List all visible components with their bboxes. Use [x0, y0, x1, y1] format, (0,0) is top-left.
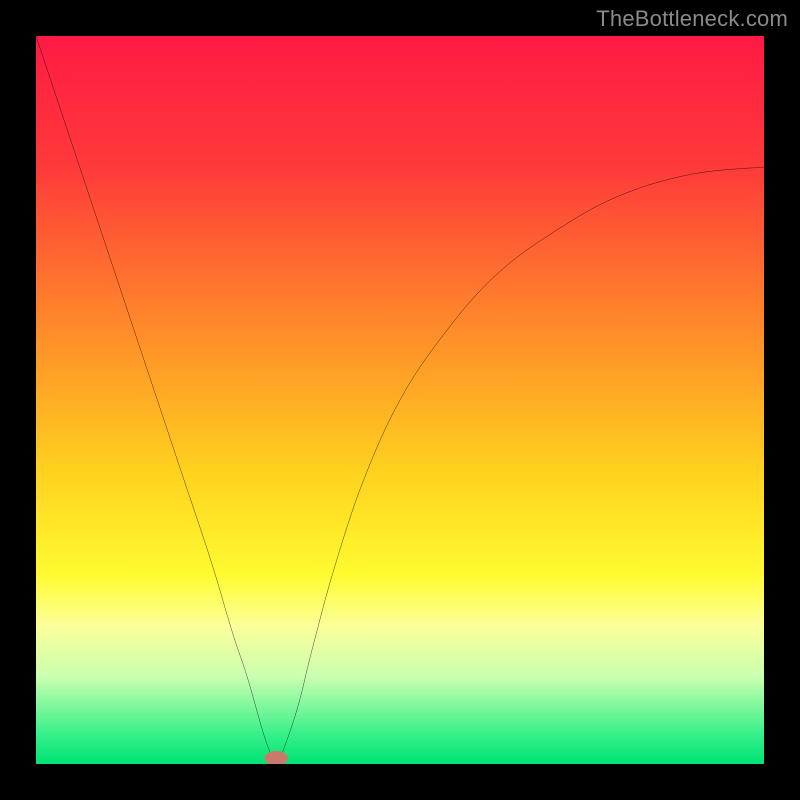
plot-area — [36, 36, 764, 764]
gradient-background — [36, 36, 764, 764]
chart-container: TheBottleneck.com — [0, 0, 800, 800]
watermark-text: TheBottleneck.com — [596, 6, 788, 32]
